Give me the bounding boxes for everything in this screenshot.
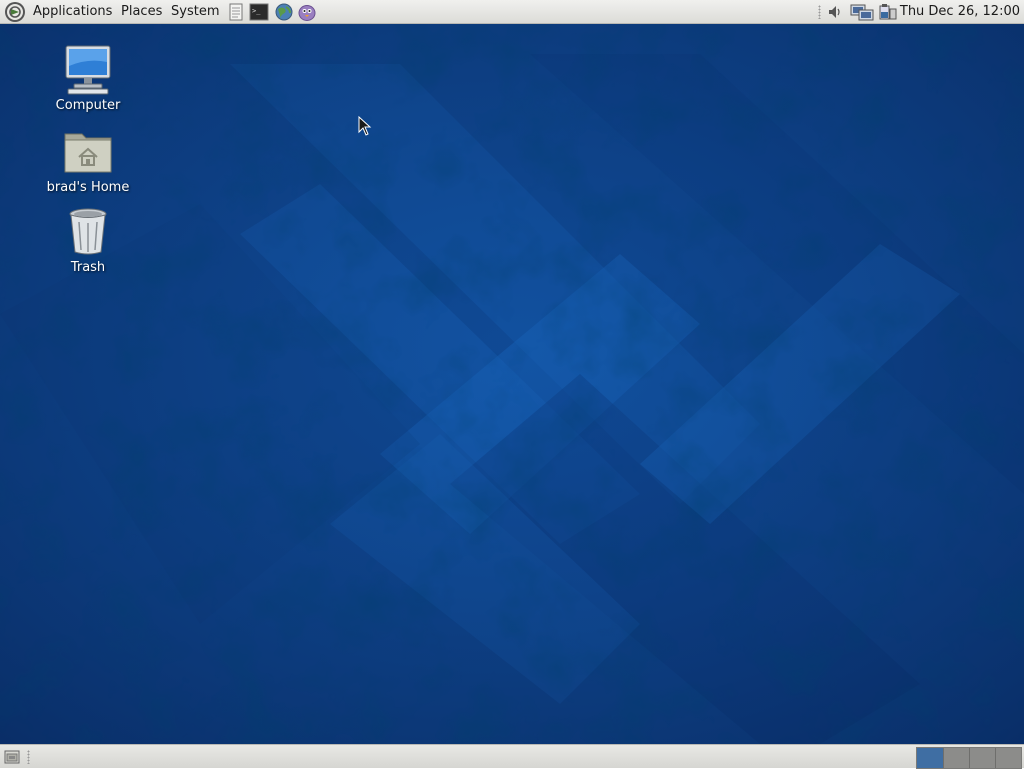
home-folder-icon (64, 133, 112, 173)
bottom-panel (0, 744, 1024, 769)
clock[interactable]: Thu Dec 26, 12:00 (900, 0, 1020, 24)
workspace-1[interactable] (917, 748, 943, 768)
applications-menu[interactable]: Applications (33, 0, 112, 24)
workspace-4[interactable] (995, 748, 1021, 768)
distro-logo-icon[interactable] (4, 1, 26, 23)
desktop-icon-label: brad's Home (46, 180, 130, 195)
computer-icon (65, 45, 111, 95)
top-panel: Applications Places System >_ Thu Dec 26… (0, 0, 1024, 24)
desktop-icon-label: Trash (70, 260, 106, 275)
text-editor-icon[interactable] (226, 3, 246, 21)
terminal-icon[interactable]: >_ (249, 3, 269, 21)
trash-icon (69, 208, 107, 255)
panel-handle (818, 5, 821, 19)
wallpaper (0, 24, 1024, 744)
show-desktop-icon[interactable] (4, 749, 20, 765)
pidgin-icon[interactable] (297, 3, 317, 21)
workspace-2[interactable] (943, 748, 969, 768)
workspace-switcher (916, 747, 1022, 769)
places-menu[interactable]: Places (121, 0, 162, 24)
svg-text:>_: >_ (252, 7, 261, 15)
volume-icon[interactable] (826, 3, 844, 21)
desktop-icon-label: Computer (55, 98, 121, 113)
mouse-cursor-icon (358, 116, 372, 136)
web-browser-icon[interactable] (274, 3, 294, 21)
panel-handle (27, 750, 30, 764)
system-menu[interactable]: System (171, 0, 219, 24)
network-icon[interactable] (850, 3, 874, 21)
battery-icon[interactable] (878, 3, 898, 21)
desktop-icon-trash[interactable]: Trash (38, 206, 138, 275)
desktop[interactable]: Computer brad's Home Trash (0, 24, 1024, 744)
desktop-icon-computer[interactable]: Computer (38, 44, 138, 113)
desktop-icon-home[interactable]: brad's Home (38, 126, 138, 195)
workspace-3[interactable] (969, 748, 995, 768)
